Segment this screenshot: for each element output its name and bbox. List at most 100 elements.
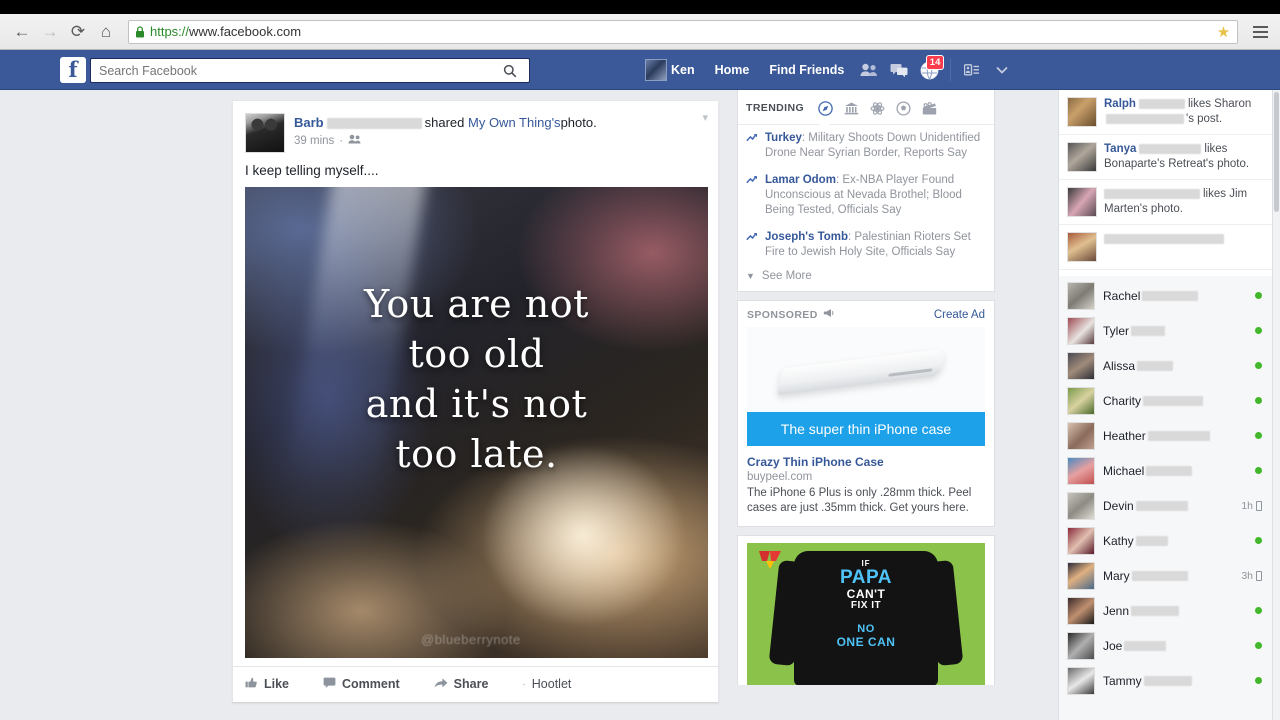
black-sweatshirt-photo[interactable]: IF PAPA CAN'T FIX IT NO ONE CAN <box>747 543 985 685</box>
friends-audience-icon[interactable] <box>348 134 361 147</box>
privacy-shortcuts-icon[interactable] <box>957 50 987 90</box>
trending-see-more[interactable]: ▼ See More <box>738 266 994 291</box>
friend-requests-icon[interactable] <box>854 50 884 90</box>
ticker-item[interactable]: likes Jim Marten's photo. <box>1059 180 1272 225</box>
forward-arrow-icon[interactable]: → <box>36 18 64 46</box>
chat-contact[interactable]: Devin 1h <box>1059 488 1272 523</box>
post-author[interactable]: Barb <box>294 115 324 130</box>
trending-tab-entertainment[interactable] <box>916 98 942 118</box>
trending-tab-all-topics[interactable] <box>812 98 838 125</box>
chat-contact[interactable]: Joe <box>1059 628 1272 663</box>
hamburger-menu-icon[interactable] <box>1248 19 1272 45</box>
trending-item[interactable]: Lamar Odom: Ex-NBA Player Found Unconsci… <box>738 167 994 224</box>
post-photo[interactable]: You are not too old and it's not too lat… <box>245 187 708 658</box>
contact-name: Kathy <box>1103 533 1134 548</box>
globe-notifications-icon[interactable]: 14 <box>914 50 945 90</box>
chat-contact[interactable]: Rachel <box>1059 278 1272 313</box>
like-button[interactable]: Like <box>245 676 289 692</box>
chat-contact[interactable]: Kathy <box>1059 523 1272 558</box>
ticker-item[interactable]: Tanya likes Bonaparte's Retreat's photo. <box>1059 135 1272 180</box>
chat-contact[interactable]: Mary 3h <box>1059 558 1272 593</box>
messages-icon[interactable] <box>884 50 914 90</box>
redacted-name <box>1106 113 1184 124</box>
chat-contact[interactable]: Alissa <box>1059 348 1272 383</box>
ad-title[interactable]: Crazy Thin iPhone Case <box>747 454 985 470</box>
contact-avatar <box>1067 281 1095 310</box>
ticker-item[interactable]: Ralph likes Sharon 's post. <box>1059 90 1272 135</box>
page-scrollbar[interactable] <box>1272 90 1280 720</box>
ad-body: Crazy Thin iPhone Case buypeel.com The i… <box>738 446 994 526</box>
post-timestamp[interactable]: 39 mins <box>294 135 334 147</box>
trending-item[interactable]: Joseph's Tomb: Palestinian Rioters Set F… <box>738 224 994 266</box>
ticker-mid: likes Jim <box>1203 188 1248 200</box>
back-arrow-icon[interactable]: ← <box>8 18 36 46</box>
contact-name-group: Alissa <box>1103 359 1247 373</box>
redacted-name <box>1138 98 1185 109</box>
navbar-links: Ken Home Find Friends 14 <box>635 50 1017 90</box>
share-button[interactable]: Share <box>434 677 488 692</box>
shirt-line-2: PAPA <box>840 567 892 589</box>
ticker-text <box>1104 232 1224 262</box>
nav-find-friends[interactable]: Find Friends <box>759 50 854 90</box>
ad-banner-text[interactable]: The super thin iPhone case <box>747 412 985 446</box>
contact-name-group: Jenn <box>1103 604 1247 618</box>
chevron-down-icon[interactable] <box>987 50 1017 90</box>
scrollbar-thumb[interactable] <box>1274 92 1279 212</box>
address-bar[interactable]: https://www.facebook.com ★ <box>128 19 1238 44</box>
post-photo-word: photo. <box>560 115 597 130</box>
chat-contact[interactable]: Charity <box>1059 383 1272 418</box>
search-input[interactable] <box>99 63 499 78</box>
white-iphone-case-photo[interactable] <box>747 327 985 412</box>
trending-topic[interactable]: Turkey <box>765 132 802 144</box>
chat-contact[interactable]: Tammy <box>1059 663 1272 698</box>
reload-icon[interactable]: ⟳ <box>64 18 92 46</box>
trending-tab-sports[interactable] <box>890 98 916 118</box>
trending-up-arrow-icon <box>746 131 759 161</box>
ticker-name[interactable]: Tanya <box>1104 143 1136 155</box>
iphone-case-shape <box>777 348 946 396</box>
chat-contact[interactable]: Michael <box>1059 453 1272 488</box>
sponsored-card: SPONSORED Create Ad The super thin iPhon… <box>737 300 995 527</box>
page-body: Barb shared My Own Thing'sphoto. 39 mins … <box>0 90 1280 720</box>
comment-button[interactable]: Comment <box>323 676 400 692</box>
trending-topic[interactable]: Lamar Odom <box>765 174 836 186</box>
contact-status <box>1255 327 1262 334</box>
facebook-logo[interactable]: f <box>60 57 86 83</box>
online-dot-icon <box>1255 397 1262 404</box>
notifications-badge: 14 <box>925 55 945 70</box>
ticker-name[interactable]: Ralph <box>1104 98 1136 110</box>
nav-home[interactable]: Home <box>705 50 760 90</box>
contact-name-group: Rachel <box>1103 289 1247 303</box>
browser-toolbar: ← → ⟳ ⌂ https://www.facebook.com ★ <box>0 14 1280 50</box>
search-box[interactable] <box>90 58 530 83</box>
trending-tab-politics[interactable] <box>838 98 864 118</box>
bookmark-star-icon[interactable]: ★ <box>1214 23 1233 42</box>
contact-name: Tyler <box>1103 323 1130 338</box>
chat-contact[interactable]: Heather <box>1059 418 1272 453</box>
create-ad-link[interactable]: Create Ad <box>934 309 985 321</box>
ticker-item[interactable] <box>1059 225 1272 270</box>
contact-status <box>1255 432 1262 439</box>
trending-topic[interactable]: Joseph's Tomb <box>765 231 848 243</box>
dog-avatar[interactable] <box>245 113 285 153</box>
contact-name: Heather <box>1103 428 1146 443</box>
browser-titlebar <box>0 0 1280 14</box>
contact-avatar <box>1067 596 1095 625</box>
search-icon[interactable] <box>499 60 521 81</box>
chat-contact[interactable]: Tyler <box>1059 313 1272 348</box>
online-dot-icon <box>1255 537 1262 544</box>
hootlet-button[interactable]: · Hootlet <box>522 677 571 691</box>
ticker-thumbnail <box>1067 232 1097 262</box>
post-options-chevron-down-icon[interactable]: ▾ <box>702 111 708 124</box>
navbar-divider <box>950 59 952 81</box>
home-icon[interactable]: ⌂ <box>92 18 120 46</box>
trending-tab-science[interactable] <box>864 98 890 118</box>
trending-item[interactable]: Turkey: Military Shoots Down Unidentifie… <box>738 125 994 167</box>
comment-label: Comment <box>342 677 400 691</box>
chat-contact[interactable]: Jenn <box>1059 593 1272 628</box>
nav-profile[interactable]: Ken <box>635 50 705 90</box>
redacted-surname <box>1143 396 1204 407</box>
trending-header: TRENDING <box>738 90 994 125</box>
redacted-surname <box>1135 501 1188 512</box>
post-shared-target[interactable]: My Own Thing's <box>468 115 561 130</box>
